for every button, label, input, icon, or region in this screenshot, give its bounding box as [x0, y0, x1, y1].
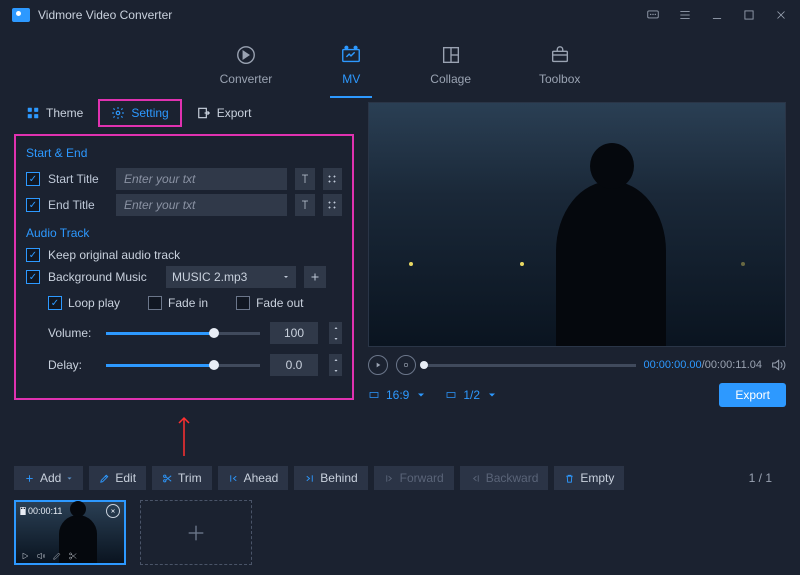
ahead-button[interactable]: Ahead: [218, 466, 289, 490]
clip-play-icon[interactable]: [20, 551, 30, 561]
behind-button[interactable]: Behind: [294, 466, 367, 490]
bgm-label: Background Music: [48, 270, 158, 284]
settings-panel: Start & End Start Title End Title Audio …: [14, 134, 354, 400]
volume-icon[interactable]: [770, 357, 786, 373]
annotation-arrow-icon: [14, 414, 354, 456]
end-title-grid-button[interactable]: [323, 194, 343, 216]
bgm-add-button[interactable]: [304, 266, 326, 288]
clip-edit-icon[interactable]: [52, 551, 62, 561]
delay-value[interactable]: 0.0: [270, 354, 318, 376]
scale-button[interactable]: 1/2: [445, 388, 498, 402]
export-button[interactable]: Export: [719, 383, 786, 407]
loop-checkbox[interactable]: [48, 296, 62, 310]
end-title-font-button[interactable]: [295, 194, 315, 216]
delay-down-button[interactable]: [329, 365, 342, 376]
tab-mv[interactable]: MV: [330, 38, 372, 98]
start-title-input[interactable]: [116, 168, 287, 190]
app-logo-icon: [12, 8, 30, 22]
seek-slider[interactable]: [424, 364, 636, 367]
play-button[interactable]: [368, 355, 388, 375]
volume-label: Volume:: [48, 326, 96, 340]
bgm-checkbox[interactable]: [26, 270, 40, 284]
maximize-icon[interactable]: [742, 8, 756, 22]
clip-trim-icon[interactable]: [68, 551, 78, 561]
time-display: 00:00:00.00/00:00:11.04: [644, 359, 762, 371]
delay-up-button[interactable]: [329, 354, 342, 365]
keep-original-checkbox[interactable]: [26, 248, 40, 262]
tab-collage[interactable]: Collage: [420, 38, 481, 98]
delay-label: Delay:: [48, 358, 96, 372]
backward-button[interactable]: Backward: [460, 466, 549, 490]
bgm-select[interactable]: MUSIC 2.mp3: [166, 266, 296, 288]
titlebar: Vidmore Video Converter: [0, 0, 800, 30]
subtab-export[interactable]: Export: [185, 100, 264, 126]
start-title-checkbox[interactable]: [26, 172, 40, 186]
clip-mute-icon[interactable]: [36, 551, 46, 561]
minimize-icon[interactable]: [710, 8, 724, 22]
app-title: Vidmore Video Converter: [38, 8, 172, 22]
delay-slider[interactable]: [106, 364, 260, 367]
clip-close-button[interactable]: [106, 504, 120, 518]
page-counter: 1 / 1: [749, 471, 786, 485]
clip-thumbnail[interactable]: 00:00:11: [14, 500, 126, 565]
aspect-button[interactable]: 16:9: [368, 388, 427, 402]
start-title-font-button[interactable]: [295, 168, 315, 190]
edit-button[interactable]: Edit: [89, 466, 146, 490]
audio-track-heading: Audio Track: [26, 226, 342, 240]
volume-up-button[interactable]: [329, 322, 342, 333]
keep-original-label: Keep original audio track: [48, 248, 180, 262]
volume-value[interactable]: 100: [270, 322, 318, 344]
chat-icon[interactable]: [646, 8, 660, 22]
menu-icon[interactable]: [678, 8, 692, 22]
volume-down-button[interactable]: [329, 333, 342, 344]
fadein-checkbox[interactable]: [148, 296, 162, 310]
end-title-checkbox[interactable]: [26, 198, 40, 212]
main-tabs: Converter MV Collage Toolbox: [0, 30, 800, 98]
start-title-label: Start Title: [48, 172, 108, 186]
stop-button[interactable]: [396, 355, 416, 375]
close-icon[interactable]: [774, 8, 788, 22]
video-preview: [368, 102, 786, 347]
tab-toolbox[interactable]: Toolbox: [529, 38, 590, 98]
end-title-label: End Title: [48, 198, 108, 212]
add-button[interactable]: Add: [14, 466, 83, 490]
start-end-heading: Start & End: [26, 146, 342, 160]
start-title-grid-button[interactable]: [323, 168, 343, 190]
end-title-input[interactable]: [116, 194, 287, 216]
add-clip-button[interactable]: [140, 500, 252, 565]
subtab-setting[interactable]: Setting: [99, 100, 180, 126]
volume-slider[interactable]: [106, 332, 260, 335]
empty-button[interactable]: Empty: [554, 466, 624, 490]
tab-converter[interactable]: Converter: [210, 38, 283, 98]
trim-button[interactable]: Trim: [152, 466, 212, 490]
fadeout-checkbox[interactable]: [236, 296, 250, 310]
forward-button[interactable]: Forward: [374, 466, 454, 490]
subtab-theme[interactable]: Theme: [14, 100, 95, 126]
